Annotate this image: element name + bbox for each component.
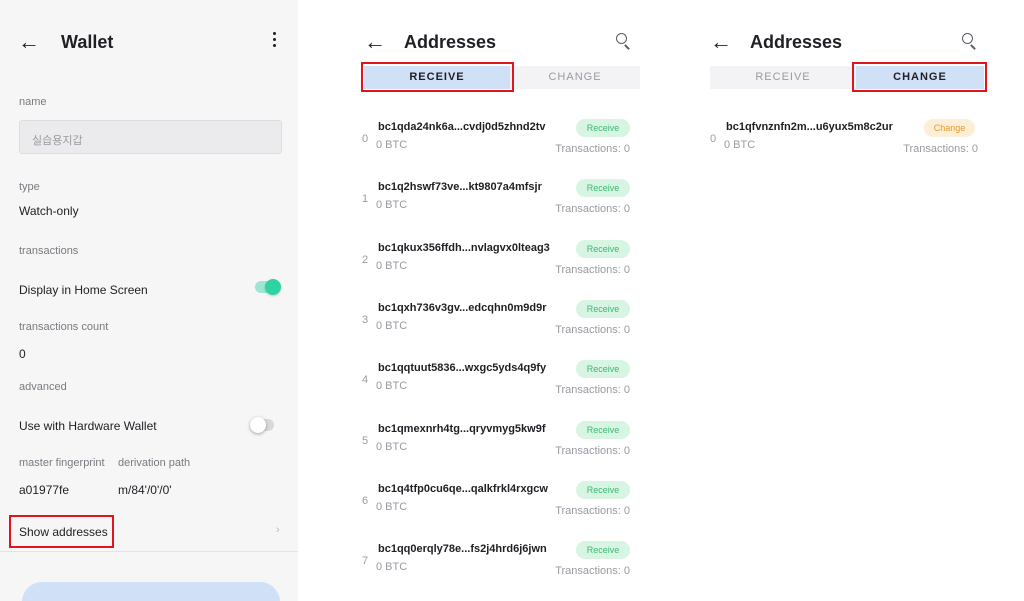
show-addresses-button[interactable]: Show addresses — [9, 515, 114, 548]
search-icon[interactable] — [616, 33, 632, 50]
wallet-screen: ← Wallet name 실습용지갑 type Watch-only tran… — [0, 0, 298, 601]
address-text: bc1qda24nk6a...cvdj0d5zhnd2tv — [378, 121, 546, 133]
address-type-badge: Receive — [576, 541, 630, 560]
addresses-change-screen: ← Addresses RECEIVE CHANGE 0 bc1qfvnznfn2… — [702, 0, 988, 601]
transactions-count: Transactions: 0 — [555, 384, 630, 397]
transactions-count: Transactions: 0 — [555, 263, 630, 276]
transactions-count: Transactions: 0 — [555, 323, 630, 336]
address-row[interactable]: 3 bc1qxh736v3gv...edcqhn0m9d9r 0 BTC Receiv… — [354, 299, 640, 344]
address-balance: 0 BTC — [376, 500, 408, 513]
address-row[interactable]: 0 bc1qda24nk6a...cvdj0d5zhnd2tv 0 BTC Recei… — [354, 119, 640, 163]
derivation-value: m/84'/0'/0' — [118, 483, 172, 497]
address-type-badge: Receive — [576, 360, 630, 379]
address-type-badge: Receive — [576, 239, 630, 258]
address-type-badge: Change — [924, 119, 975, 137]
transactions-count: Transactions: 0 — [555, 444, 630, 457]
hw-wallet-toggle[interactable] — [250, 417, 274, 433]
address-index: 7 — [362, 555, 369, 568]
address-row[interactable]: 0 bc1qfvnznfn2m...u6yux5m8c2ur 0 BTC Change… — [702, 119, 988, 163]
address-index: 0 — [710, 133, 717, 145]
show-addresses-label: Show addresses — [19, 525, 108, 539]
address-row[interactable]: 2 bc1qkux356ffdh...nvlagvx0lteag3 0 BTC Rec… — [354, 239, 640, 284]
address-text: bc1qkux356ffdh...nvlagvx0lteag3 — [378, 241, 550, 254]
address-text: bc1q2hswf73ve...kt9807a4mfsjr — [378, 181, 542, 194]
address-index: 2 — [362, 253, 369, 266]
address-index: 5 — [362, 434, 369, 447]
tab-change[interactable]: CHANGE — [510, 66, 640, 89]
derivation-label: derivation path — [118, 457, 191, 469]
tab-receive[interactable]: RECEIVE — [710, 66, 856, 89]
address-balance: 0 BTC — [376, 199, 408, 212]
highlight-frame — [361, 62, 514, 92]
address-text: bc1qxh736v3gv...edcqhn0m9d9r — [378, 301, 547, 314]
hw-wallet-label: Use with Hardware Wallet — [19, 419, 157, 433]
addresses-receive-screen: ← Addresses RECEIVE CHANGE 0 bc1qda24nk6a… — [354, 0, 640, 601]
type-label: type — [19, 181, 40, 193]
kebab-menu-icon[interactable] — [270, 32, 278, 52]
search-icon[interactable] — [962, 33, 978, 50]
page-title: Wallet — [61, 32, 114, 52]
display-home-toggle[interactable] — [255, 279, 281, 295]
address-row[interactable]: 7 bc1qq0erqly78e...fs2j4hrd6j6jwn 0 BTC Rec… — [354, 541, 640, 585]
transactions-count: Transactions: 0 — [555, 504, 630, 517]
back-arrow-icon[interactable]: ← — [364, 31, 386, 53]
bottom-action-button[interactable] — [22, 582, 280, 601]
address-type-badge: Receive — [576, 420, 630, 439]
address-index: 1 — [362, 193, 369, 206]
back-arrow-icon[interactable]: ← — [18, 31, 40, 53]
transactions-section-label: transactions — [19, 245, 79, 257]
address-balance: 0 BTC — [376, 561, 408, 574]
address-row[interactable]: 5 bc1qmexnrh4tg...qryvmyg5kw9f 0 BTC Receiv… — [354, 420, 640, 465]
toggle-knob — [250, 417, 266, 433]
tx-count-value: 0 — [19, 347, 26, 361]
address-text: bc1q4tfp0cu6qe...qalkfrkl4rxgcw — [378, 482, 548, 495]
advanced-section-label: advanced — [19, 381, 67, 393]
fingerprint-label: master fingerprint — [19, 457, 105, 469]
address-row[interactable]: 6 bc1q4tfp0cu6qe...qalkfrkl4rxgcw 0 BTC Rec… — [354, 480, 640, 525]
address-text: bc1qfvnznfn2m...u6yux5m8c2ur — [726, 121, 893, 133]
address-index: 6 — [362, 494, 369, 507]
highlight-frame — [852, 62, 987, 92]
fingerprint-value: a01977fe — [19, 483, 70, 497]
page-title: Addresses — [404, 32, 497, 52]
address-balance: 0 BTC — [376, 139, 408, 151]
wallet-header: ← Wallet — [0, 0, 298, 84]
address-index: 3 — [362, 313, 369, 326]
address-balance: 0 BTC — [376, 319, 408, 332]
tx-count-label: transactions count — [19, 321, 109, 333]
address-index: 4 — [362, 374, 369, 387]
address-text: bc1qmexnrh4tg...qryvmyg5kw9f — [378, 422, 546, 435]
address-type-badge: Receive — [576, 179, 630, 198]
address-balance: 0 BTC — [376, 380, 408, 393]
transactions-count: Transactions: 0 — [555, 143, 630, 155]
wallet-name-field[interactable]: 실습용지갑 — [19, 120, 282, 154]
address-balance: 0 BTC — [376, 440, 408, 453]
address-index: 0 — [362, 133, 369, 145]
transactions-count: Transactions: 0 — [555, 203, 630, 216]
address-text: bc1qq0erqly78e...fs2j4hrd6j6jwn — [378, 543, 547, 556]
address-row[interactable]: 1 bc1q2hswf73ve...kt9807a4mfsjr 0 BTC Recei… — [354, 179, 640, 223]
display-home-label: Display in Home Screen — [19, 283, 148, 297]
type-value: Watch-only — [19, 204, 79, 218]
page-title: Addresses — [750, 32, 843, 52]
address-type-badge: Receive — [576, 299, 630, 318]
chevron-right-icon: › — [276, 524, 280, 536]
address-balance: 0 BTC — [724, 139, 756, 151]
transactions-count: Transactions: 0 — [903, 143, 978, 155]
address-balance: 0 BTC — [376, 259, 408, 272]
name-label: name — [19, 96, 47, 108]
toggle-knob — [265, 279, 281, 295]
address-text: bc1qqtuut5836...wxgc5yds4q9fy — [378, 362, 547, 375]
transactions-count: Transactions: 0 — [555, 565, 630, 578]
divider — [0, 551, 298, 552]
back-arrow-icon[interactable]: ← — [710, 31, 732, 53]
address-row[interactable]: 4 bc1qqtuut5836...wxgc5yds4q9fy 0 BTC Recei… — [354, 360, 640, 404]
address-type-badge: Receive — [576, 480, 630, 499]
address-type-badge: Receive — [576, 119, 630, 137]
